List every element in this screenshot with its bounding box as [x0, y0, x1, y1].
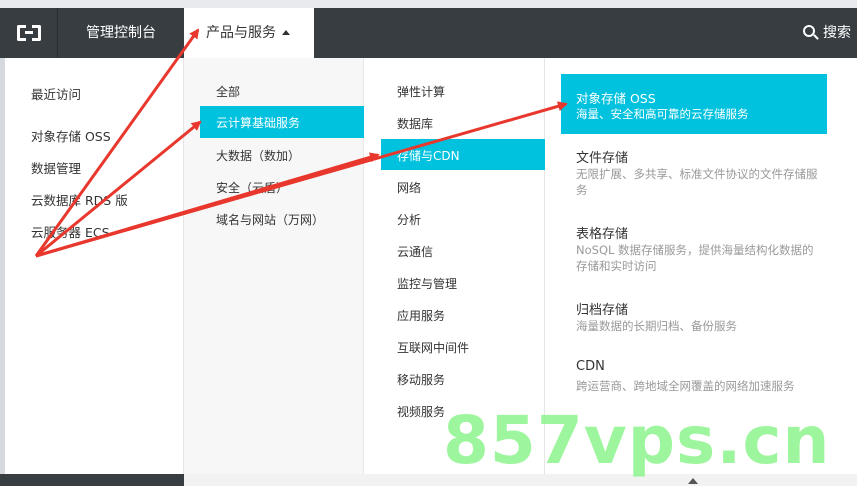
subcategory-item[interactable]: 数据库 — [397, 115, 433, 132]
product-desc: 海量、安全和高可靠的云存储服务 — [576, 107, 749, 121]
subcategory-item[interactable]: 云通信 — [397, 243, 433, 260]
product-desc: 无限扩展、多共享、标准文件协议的文件存储服务 — [576, 167, 818, 197]
search-icon — [803, 25, 819, 41]
category-item-cloud-basic[interactable]: 云计算基础服务 — [200, 106, 364, 138]
product-desc: 海量数据的长期归档、备份服务 — [576, 319, 737, 333]
recent-item[interactable]: 数据管理 — [31, 158, 81, 177]
subcategory-item[interactable]: 互联网中间件 — [397, 339, 469, 356]
product-title[interactable]: CDN — [576, 359, 605, 374]
product-title[interactable]: 文件存储 — [576, 147, 628, 166]
subcategory-item[interactable]: 分析 — [397, 211, 421, 228]
subcategory-item[interactable]: 网络 — [397, 179, 421, 196]
subcategory-item[interactable]: 移动服务 — [397, 371, 445, 388]
recent-item[interactable]: 对象存储 OSS — [31, 126, 111, 145]
product-desc: NoSQL 数据存储服务，提供海量结构化数据的存储和实时访问 — [576, 243, 814, 273]
subcategory-item[interactable]: 应用服务 — [397, 307, 445, 324]
product-item-oss[interactable]: 对象存储 OSS 海量、安全和高可靠的云存储服务 — [561, 74, 827, 134]
top-nav: 管理控制台 产品与服务 搜索 — [0, 8, 857, 58]
subcategory-item[interactable]: 弹性计算 — [397, 83, 445, 100]
watermark: 857vps.cn — [443, 402, 831, 479]
products-menu-label: 产品与服务 — [206, 25, 276, 41]
subcategory-item-storage-cdn[interactable]: 存储与CDN — [381, 139, 545, 170]
products-menu-button[interactable]: 产品与服务 — [184, 8, 314, 58]
product-title[interactable]: 表格存储 — [576, 223, 628, 242]
category-item-all[interactable]: 全部 — [216, 83, 240, 100]
search-button[interactable]: 搜索 — [803, 8, 851, 58]
aliyun-logo-icon — [16, 25, 41, 41]
footer-bar — [0, 474, 184, 486]
category-item-label: 云计算基础服务 — [216, 116, 301, 130]
category-item-bigdata[interactable]: 大数据（数加） — [216, 147, 300, 164]
product-desc: 跨运营商、跨地域全网覆盖的网络加速服务 — [576, 379, 795, 393]
console-link[interactable]: 管理控制台 — [58, 8, 184, 58]
subcategory-item[interactable]: 视频服务 — [397, 403, 445, 420]
subcategory-item-label: 存储与CDN — [397, 149, 460, 163]
category-item-security[interactable]: 安全（云盾） — [216, 179, 288, 196]
product-title: 对象存储 OSS — [576, 91, 656, 106]
recent-column: 最近访问 对象存储 OSS 数据管理 云数据库 RDS 版 云服务器 ECS — [0, 58, 184, 486]
recent-header: 最近访问 — [31, 87, 82, 102]
browser-strip — [0, 0, 857, 8]
recent-item[interactable]: 云服务器 ECS — [31, 222, 110, 241]
category-item-domain[interactable]: 域名与网站（万网） — [216, 211, 324, 228]
caret-up-icon — [282, 30, 290, 35]
product-title[interactable]: 归档存储 — [576, 299, 628, 318]
logo-button[interactable] — [0, 8, 58, 58]
subcategory-item[interactable]: 监控与管理 — [397, 275, 457, 292]
search-label: 搜索 — [823, 25, 851, 41]
recent-item[interactable]: 云数据库 RDS 版 — [31, 190, 128, 209]
category-column: 全部 云计算基础服务 大数据（数加） 安全（云盾） 域名与网站（万网） — [184, 58, 364, 486]
